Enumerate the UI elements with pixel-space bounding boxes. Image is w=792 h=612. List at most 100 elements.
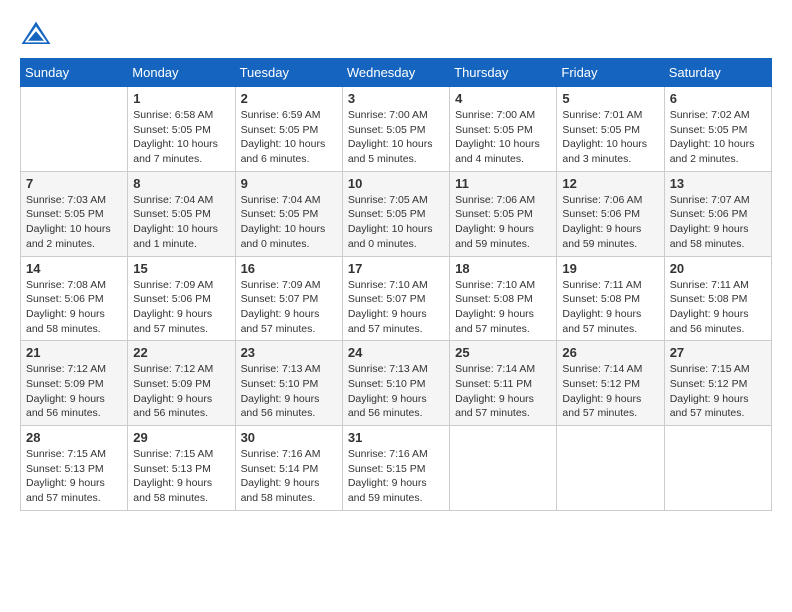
day-number: 29 bbox=[133, 430, 229, 445]
week-row-3: 14Sunrise: 7:08 AMSunset: 5:06 PMDayligh… bbox=[21, 256, 772, 341]
calendar-cell: 30 Sunrise: 7:16 AMSunset: 5:14 PMDayligh… bbox=[235, 426, 342, 511]
calendar-cell bbox=[557, 426, 664, 511]
week-row-5: 28Sunrise: 7:15 AMSunset: 5:13 PMDayligh… bbox=[21, 426, 772, 511]
day-info: Sunrise: 7:14 AMSunset: 5:11 PMDaylight:… bbox=[455, 362, 551, 421]
calendar-cell: 23 Sunrise: 7:13 AMSunset: 5:10 PMDayligh… bbox=[235, 341, 342, 426]
calendar-cell: 6 Sunrise: 7:02 AMSunset: 5:05 PMDaylight… bbox=[664, 87, 771, 172]
day-number: 30 bbox=[241, 430, 337, 445]
day-number: 25 bbox=[455, 345, 551, 360]
day-info: Sunrise: 7:09 AMSunset: 5:07 PMDaylight:… bbox=[241, 278, 337, 337]
day-info: Sunrise: 7:11 AMSunset: 5:08 PMDaylight:… bbox=[562, 278, 658, 337]
week-row-4: 21Sunrise: 7:12 AMSunset: 5:09 PMDayligh… bbox=[21, 341, 772, 426]
weekday-header-saturday: Saturday bbox=[664, 59, 771, 87]
calendar-cell: 1 Sunrise: 6:58 AMSunset: 5:05 PMDaylight… bbox=[128, 87, 235, 172]
day-number: 1 bbox=[133, 91, 229, 106]
day-info: Sunrise: 7:15 AMSunset: 5:13 PMDaylight:… bbox=[133, 447, 229, 506]
calendar-cell: 14Sunrise: 7:08 AMSunset: 5:06 PMDayligh… bbox=[21, 256, 128, 341]
day-number: 17 bbox=[348, 261, 444, 276]
day-info: Sunrise: 7:07 AMSunset: 5:06 PMDaylight:… bbox=[670, 193, 766, 252]
day-info: Sunrise: 7:12 AMSunset: 5:09 PMDaylight:… bbox=[133, 362, 229, 421]
day-number: 26 bbox=[562, 345, 658, 360]
calendar-cell: 2 Sunrise: 6:59 AMSunset: 5:05 PMDaylight… bbox=[235, 87, 342, 172]
calendar-cell: 19 Sunrise: 7:11 AMSunset: 5:08 PMDayligh… bbox=[557, 256, 664, 341]
day-number: 3 bbox=[348, 91, 444, 106]
day-info: Sunrise: 7:13 AMSunset: 5:10 PMDaylight:… bbox=[241, 362, 337, 421]
day-info: Sunrise: 7:00 AMSunset: 5:05 PMDaylight:… bbox=[455, 108, 551, 167]
calendar-cell: 27Sunrise: 7:15 AMSunset: 5:12 PMDayligh… bbox=[664, 341, 771, 426]
day-number: 6 bbox=[670, 91, 766, 106]
day-info: Sunrise: 7:16 AMSunset: 5:15 PMDaylight:… bbox=[348, 447, 444, 506]
day-number: 10 bbox=[348, 176, 444, 191]
calendar-cell: 12Sunrise: 7:06 AMSunset: 5:06 PMDayligh… bbox=[557, 171, 664, 256]
calendar-cell: 15 Sunrise: 7:09 AMSunset: 5:06 PMDayligh… bbox=[128, 256, 235, 341]
calendar-cell: 3Sunrise: 7:00 AMSunset: 5:05 PMDaylight… bbox=[342, 87, 449, 172]
day-number: 13 bbox=[670, 176, 766, 191]
weekday-header-thursday: Thursday bbox=[450, 59, 557, 87]
day-number: 2 bbox=[241, 91, 337, 106]
day-info: Sunrise: 7:11 AMSunset: 5:08 PMDaylight:… bbox=[670, 278, 766, 337]
calendar-cell: 22 Sunrise: 7:12 AMSunset: 5:09 PMDayligh… bbox=[128, 341, 235, 426]
calendar-cell: 7Sunrise: 7:03 AMSunset: 5:05 PMDaylight… bbox=[21, 171, 128, 256]
page-header bbox=[20, 20, 772, 48]
day-info: Sunrise: 7:05 AMSunset: 5:05 PMDaylight:… bbox=[348, 193, 444, 252]
weekday-header-row: SundayMondayTuesdayWednesdayThursdayFrid… bbox=[21, 59, 772, 87]
calendar-cell: 21Sunrise: 7:12 AMSunset: 5:09 PMDayligh… bbox=[21, 341, 128, 426]
calendar-cell: 4 Sunrise: 7:00 AMSunset: 5:05 PMDaylight… bbox=[450, 87, 557, 172]
calendar-cell: 5 Sunrise: 7:01 AMSunset: 5:05 PMDaylight… bbox=[557, 87, 664, 172]
week-row-1: 1 Sunrise: 6:58 AMSunset: 5:05 PMDaylight… bbox=[21, 87, 772, 172]
calendar-cell bbox=[450, 426, 557, 511]
calendar-cell: 25 Sunrise: 7:14 AMSunset: 5:11 PMDayligh… bbox=[450, 341, 557, 426]
weekday-header-tuesday: Tuesday bbox=[235, 59, 342, 87]
day-info: Sunrise: 7:14 AMSunset: 5:12 PMDaylight:… bbox=[562, 362, 658, 421]
weekday-header-wednesday: Wednesday bbox=[342, 59, 449, 87]
day-number: 31 bbox=[348, 430, 444, 445]
day-number: 4 bbox=[455, 91, 551, 106]
calendar-cell: 18 Sunrise: 7:10 AMSunset: 5:08 PMDayligh… bbox=[450, 256, 557, 341]
day-number: 24 bbox=[348, 345, 444, 360]
day-number: 19 bbox=[562, 261, 658, 276]
day-number: 8 bbox=[133, 176, 229, 191]
calendar-cell: 16 Sunrise: 7:09 AMSunset: 5:07 PMDayligh… bbox=[235, 256, 342, 341]
weekday-header-monday: Monday bbox=[128, 59, 235, 87]
day-info: Sunrise: 7:06 AMSunset: 5:05 PMDaylight:… bbox=[455, 193, 551, 252]
calendar-cell bbox=[664, 426, 771, 511]
calendar-cell: 20 Sunrise: 7:11 AMSunset: 5:08 PMDayligh… bbox=[664, 256, 771, 341]
logo-icon bbox=[20, 20, 52, 48]
day-info: Sunrise: 7:10 AMSunset: 5:08 PMDaylight:… bbox=[455, 278, 551, 337]
calendar-cell bbox=[21, 87, 128, 172]
calendar-cell: 8Sunrise: 7:04 AMSunset: 5:05 PMDaylight… bbox=[128, 171, 235, 256]
week-row-2: 7Sunrise: 7:03 AMSunset: 5:05 PMDaylight… bbox=[21, 171, 772, 256]
day-number: 9 bbox=[241, 176, 337, 191]
weekday-header-friday: Friday bbox=[557, 59, 664, 87]
day-number: 20 bbox=[670, 261, 766, 276]
day-info: Sunrise: 7:16 AMSunset: 5:14 PMDaylight:… bbox=[241, 447, 337, 506]
day-info: Sunrise: 7:09 AMSunset: 5:06 PMDaylight:… bbox=[133, 278, 229, 337]
calendar-cell: 31 Sunrise: 7:16 AMSunset: 5:15 PMDayligh… bbox=[342, 426, 449, 511]
day-number: 16 bbox=[241, 261, 337, 276]
day-info: Sunrise: 7:15 AMSunset: 5:12 PMDaylight:… bbox=[670, 362, 766, 421]
day-info: Sunrise: 6:58 AMSunset: 5:05 PMDaylight:… bbox=[133, 108, 229, 167]
day-info: Sunrise: 7:15 AMSunset: 5:13 PMDaylight:… bbox=[26, 447, 122, 506]
day-number: 12 bbox=[562, 176, 658, 191]
day-number: 22 bbox=[133, 345, 229, 360]
day-number: 18 bbox=[455, 261, 551, 276]
calendar-cell: 26 Sunrise: 7:14 AMSunset: 5:12 PMDayligh… bbox=[557, 341, 664, 426]
weekday-header-sunday: Sunday bbox=[21, 59, 128, 87]
calendar-cell: 24 Sunrise: 7:13 AMSunset: 5:10 PMDayligh… bbox=[342, 341, 449, 426]
day-number: 23 bbox=[241, 345, 337, 360]
day-number: 15 bbox=[133, 261, 229, 276]
logo bbox=[20, 20, 56, 48]
calendar-cell: 10 Sunrise: 7:05 AMSunset: 5:05 PMDayligh… bbox=[342, 171, 449, 256]
day-number: 7 bbox=[26, 176, 122, 191]
calendar-cell: 13 Sunrise: 7:07 AMSunset: 5:06 PMDayligh… bbox=[664, 171, 771, 256]
calendar-cell: 28Sunrise: 7:15 AMSunset: 5:13 PMDayligh… bbox=[21, 426, 128, 511]
day-info: Sunrise: 7:13 AMSunset: 5:10 PMDaylight:… bbox=[348, 362, 444, 421]
calendar-cell: 9 Sunrise: 7:04 AMSunset: 5:05 PMDaylight… bbox=[235, 171, 342, 256]
day-info: Sunrise: 7:08 AMSunset: 5:06 PMDaylight:… bbox=[26, 278, 122, 337]
day-info: Sunrise: 7:01 AMSunset: 5:05 PMDaylight:… bbox=[562, 108, 658, 167]
day-info: Sunrise: 7:04 AMSunset: 5:05 PMDaylight:… bbox=[241, 193, 337, 252]
day-info: Sunrise: 6:59 AMSunset: 5:05 PMDaylight:… bbox=[241, 108, 337, 167]
calendar-cell: 29 Sunrise: 7:15 AMSunset: 5:13 PMDayligh… bbox=[128, 426, 235, 511]
day-info: Sunrise: 7:02 AMSunset: 5:05 PMDaylight:… bbox=[670, 108, 766, 167]
day-number: 5 bbox=[562, 91, 658, 106]
